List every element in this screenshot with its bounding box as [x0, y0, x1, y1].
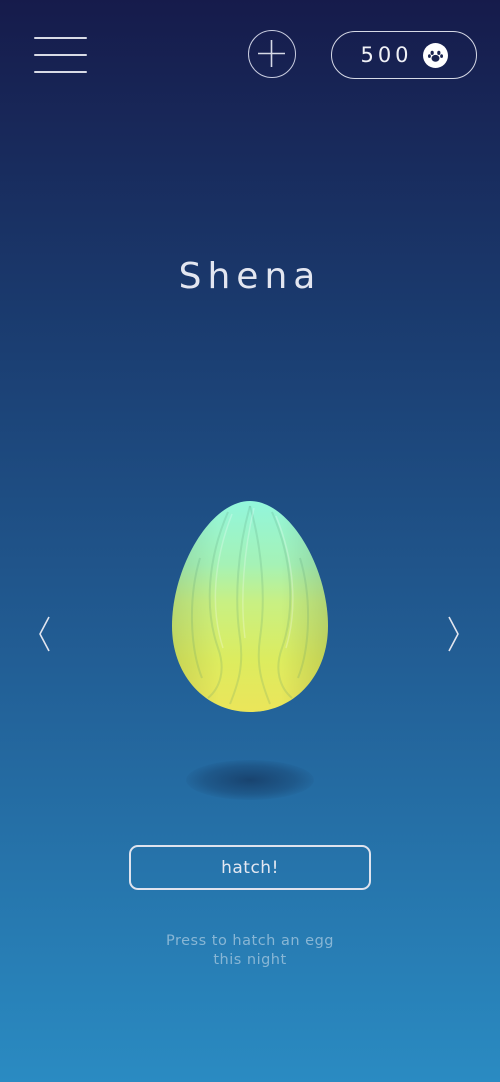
hatch-button[interactable]: hatch!: [129, 845, 371, 890]
coins-value: 500: [360, 43, 413, 67]
coins-balance[interactable]: 500: [331, 31, 477, 79]
hatch-hint-line2: this night: [213, 952, 287, 968]
next-egg-button[interactable]: [443, 614, 463, 654]
add-button[interactable]: [248, 30, 296, 78]
hamburger-menu-icon: [34, 37, 87, 39]
chevron-right-icon: [448, 616, 459, 652]
menu-line-bottom: [34, 71, 87, 73]
hatch-hint-line1: Press to hatch an egg: [166, 933, 334, 949]
chevron-left-icon: [39, 616, 50, 652]
hatch-hint: Press to hatch an egg this night: [0, 932, 500, 970]
plus-icon: [258, 40, 285, 67]
paw-icon: [422, 42, 448, 68]
previous-egg-button[interactable]: [35, 614, 55, 654]
menu-line-middle: [34, 54, 87, 56]
egg-icon[interactable]: [168, 498, 332, 716]
pet-name: Shena: [178, 256, 322, 297]
menu-button[interactable]: [34, 37, 87, 75]
egg-shadow: [186, 760, 314, 800]
